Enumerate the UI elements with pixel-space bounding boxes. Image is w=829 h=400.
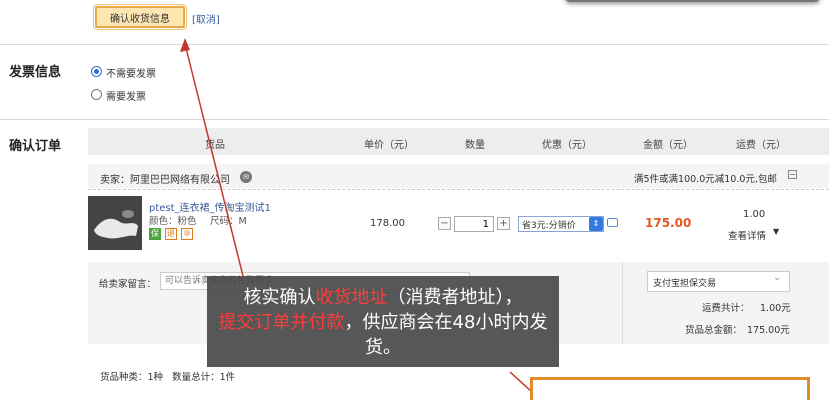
caption-text-1: 核实确认 bbox=[243, 287, 316, 308]
arrow-to-submit bbox=[509, 371, 533, 393]
arrow-to-address bbox=[184, 43, 244, 277]
caption-text-5: ，供应商会在48小时内发货。 bbox=[344, 312, 548, 358]
caption-text-4: 提交订单并付款 bbox=[218, 312, 345, 333]
caption-text-3: （消费者地址）， bbox=[387, 287, 523, 308]
caption-text-2: 收货地址 bbox=[315, 287, 388, 308]
arrowhead-icon bbox=[180, 38, 190, 52]
submit-order-highlight bbox=[530, 377, 810, 400]
tutorial-caption: 核实确认收货地址（消费者地址）， 提交订单并付款，供应商会在48小时内发货。 bbox=[207, 276, 559, 367]
